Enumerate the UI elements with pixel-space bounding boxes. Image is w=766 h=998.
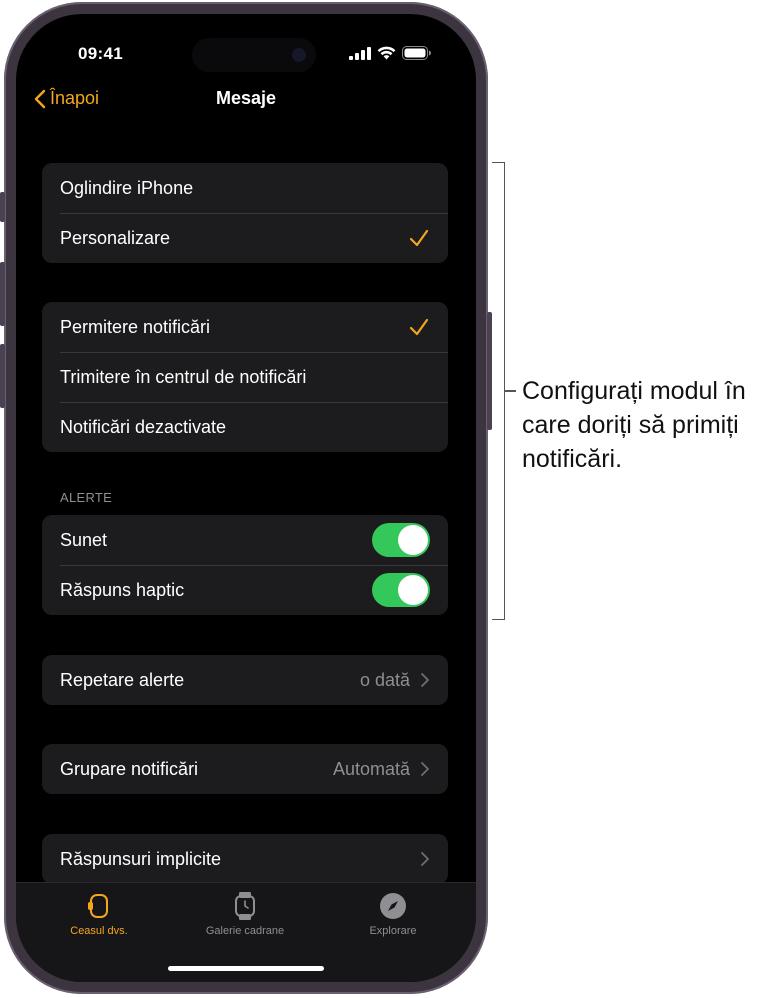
tab-my-watch[interactable]: Ceasul dvs. <box>34 891 164 937</box>
chevron-right-icon <box>421 762 429 776</box>
option-notifications-off[interactable]: Notificări dezactivate <box>42 402 448 452</box>
dynamic-island <box>192 38 316 72</box>
tab-label: Ceasul dvs. <box>70 925 128 937</box>
default-replies-row[interactable]: Răspunsuri implicite <box>42 834 448 884</box>
checkmark-icon <box>409 318 429 336</box>
battery-icon <box>402 46 431 60</box>
default-replies-label: Răspunsuri implicite <box>60 848 222 869</box>
status-icons <box>349 46 432 60</box>
chevron-right-icon <box>421 852 429 866</box>
action-button <box>0 192 5 222</box>
option-label: Permitere notificări <box>60 316 211 337</box>
grouping-row[interactable]: Grupare notificări Automată <box>42 744 448 794</box>
tab-label: Explorare <box>369 925 417 937</box>
phone-screen: 09:41 Înapoi Mesaje Oglindire iPhone Per… <box>16 14 476 982</box>
toggle-knob <box>398 525 428 555</box>
chevron-right-icon <box>421 673 429 687</box>
repeat-alerts-group: Repetare alerte o dată <box>42 655 448 705</box>
default-replies-group: Răspunsuri implicite <box>42 834 448 884</box>
grouping-label: Grupare notificări <box>60 758 199 779</box>
grouping-value: Automată <box>332 758 410 779</box>
haptic-label: Răspuns haptic <box>60 579 185 600</box>
sound-toggle[interactable] <box>372 523 430 557</box>
checkmark-icon <box>409 229 429 247</box>
camera-icon <box>292 48 306 62</box>
tab-discover[interactable]: Explorare <box>328 891 458 937</box>
repeat-alerts-row[interactable]: Repetare alerte o dată <box>42 655 448 705</box>
option-label: Personalizare <box>60 227 171 248</box>
callout-text: Configurați modul în care doriți să prim… <box>522 377 746 473</box>
mirror-options-group: Oglindire iPhone Personalizare <box>42 163 448 263</box>
status-time: 09:41 <box>78 44 123 63</box>
tab-face-gallery[interactable]: Galerie cadrane <box>180 891 310 937</box>
repeat-alerts-label: Repetare alerte <box>60 669 185 690</box>
volume-up-button <box>0 262 5 326</box>
option-send-to-notification-center[interactable]: Trimitere în centrul de notificări <box>42 352 448 402</box>
watch-face-icon <box>235 892 255 920</box>
callout-leader-line <box>504 390 516 392</box>
alerts-section-header: ALERTE <box>60 490 113 505</box>
grouping-group: Grupare notificări Automată <box>42 744 448 794</box>
notification-mode-group: Permitere notificări Trimitere în centru… <box>42 302 448 452</box>
sound-row: Sunet <box>42 515 448 565</box>
cellular-signal-icon <box>349 46 371 60</box>
toggle-knob <box>398 575 428 605</box>
option-allow-notifications[interactable]: Permitere notificări <box>42 302 448 352</box>
haptic-row: Răspuns haptic <box>42 565 448 615</box>
compass-icon <box>380 893 406 919</box>
option-label: Oglindire iPhone <box>60 177 194 198</box>
option-label: Trimitere în centrul de notificări <box>60 366 307 387</box>
sound-label: Sunet <box>60 529 108 550</box>
alerts-group: Sunet Răspuns haptic <box>42 515 448 615</box>
navigation-bar: Înapoi Mesaje <box>16 84 476 114</box>
tab-label: Galerie cadrane <box>205 925 285 937</box>
page-title: Mesaje <box>215 88 277 108</box>
volume-down-button <box>0 344 5 408</box>
wifi-icon <box>377 46 396 60</box>
watch-icon <box>88 894 108 918</box>
repeat-alerts-value: o dată <box>359 669 410 690</box>
haptic-toggle[interactable] <box>372 573 430 607</box>
option-custom[interactable]: Personalizare <box>42 213 448 263</box>
home-indicator[interactable] <box>168 966 324 971</box>
option-label: Notificări dezactivate <box>60 416 227 437</box>
option-mirror-iphone[interactable]: Oglindire iPhone <box>42 163 448 213</box>
status-bar: 09:41 <box>16 14 476 74</box>
